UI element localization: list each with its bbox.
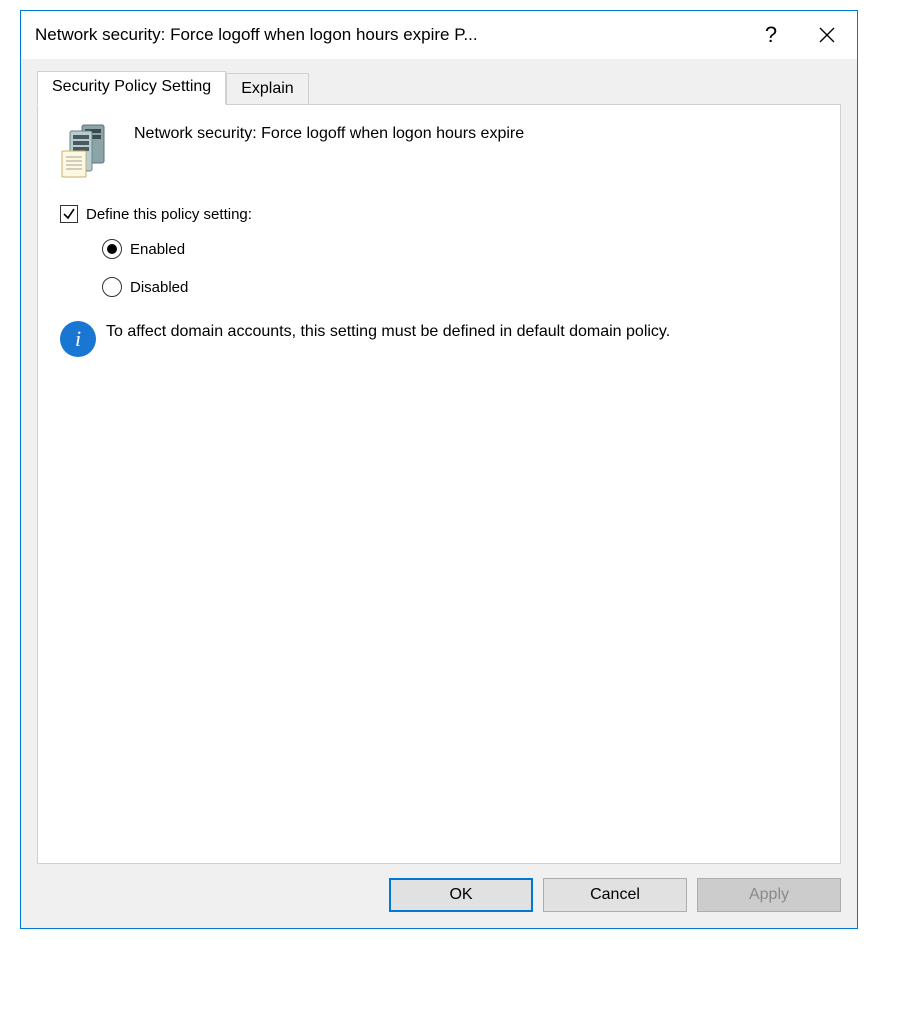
radio-enabled[interactable] [102,239,122,259]
properties-dialog: Network security: Force logoff when logo… [20,10,858,929]
cancel-button[interactable]: Cancel [543,878,687,912]
radio-disabled-row: Disabled [102,277,818,297]
tabs-container: Security Policy Setting Explain [37,71,841,864]
policy-title: Network security: Force logoff when logo… [134,123,524,143]
tab-strip: Security Policy Setting Explain [37,71,841,104]
radio-dot-icon [107,244,117,254]
apply-button: Apply [697,878,841,912]
tab-explain[interactable]: Explain [226,73,308,104]
close-button[interactable] [799,12,855,58]
window-title: Network security: Force logoff when logo… [35,25,743,45]
titlebar: Network security: Force logoff when logo… [21,11,857,59]
titlebar-controls: ? [743,12,855,58]
define-policy-checkbox-row: Define this policy setting: [60,205,818,223]
define-policy-label: Define this policy setting: [86,206,252,223]
dialog-body: Security Policy Setting Explain [21,59,857,928]
policy-header: Network security: Force logoff when logo… [60,123,818,179]
policy-servers-icon [60,123,114,179]
help-icon: ? [765,22,777,48]
checkmark-icon [62,207,76,221]
info-row: i To affect domain accounts, this settin… [60,321,818,357]
info-text: To affect domain accounts, this setting … [106,321,670,343]
radio-enabled-label: Enabled [130,241,185,258]
dialog-button-row: OK Cancel Apply [37,864,841,912]
tab-panel: Network security: Force logoff when logo… [37,104,841,864]
close-icon [819,27,835,43]
policy-radio-group: Enabled Disabled [60,239,818,297]
radio-disabled-label: Disabled [130,279,188,296]
radio-disabled[interactable] [102,277,122,297]
info-icon-glyph: i [75,328,81,350]
tab-security-policy[interactable]: Security Policy Setting [37,71,226,105]
ok-button[interactable]: OK [389,878,533,912]
info-icon: i [60,321,96,357]
define-policy-checkbox[interactable] [60,205,78,223]
radio-enabled-row: Enabled [102,239,818,259]
help-button[interactable]: ? [743,12,799,58]
